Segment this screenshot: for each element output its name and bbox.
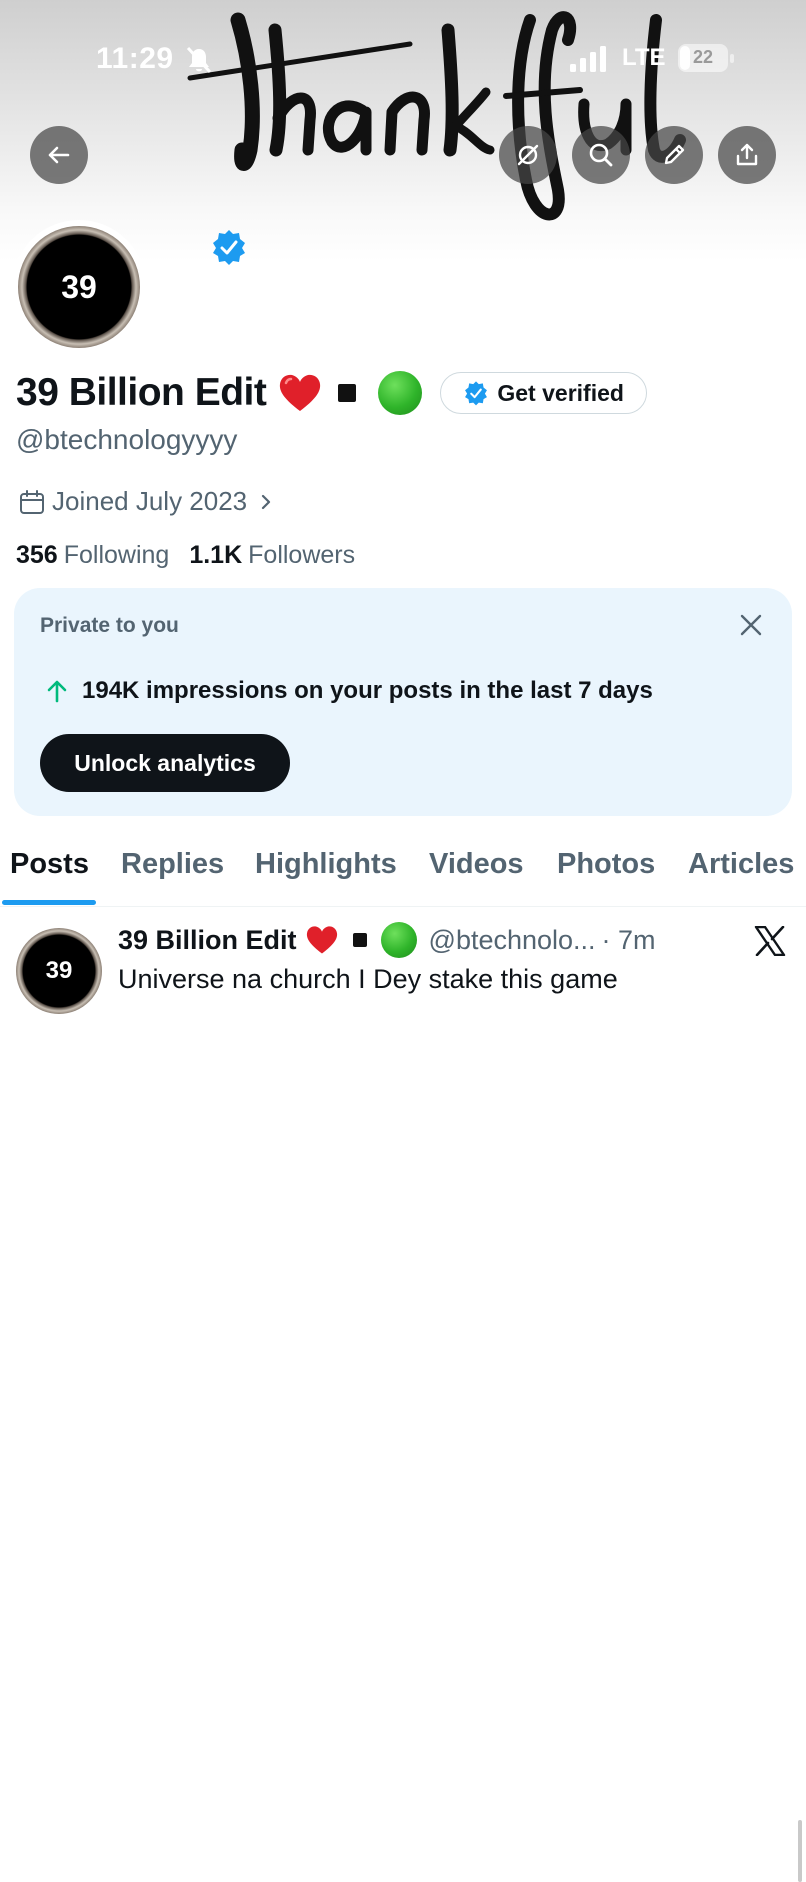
active-tab-indicator — [2, 900, 96, 905]
tab-videos[interactable]: Videos — [429, 848, 524, 881]
get-verified-label: Get verified — [497, 379, 624, 406]
tab-articles[interactable]: Articles — [688, 848, 794, 881]
battery-indicator: 22 — [678, 44, 734, 72]
tab-photos[interactable]: Photos — [557, 848, 655, 881]
profile-display-name: 39 Billion Edit — [16, 371, 267, 414]
private-label: Private to you — [40, 614, 179, 637]
profile-banner[interactable]: 11:29 LTE 22 — [0, 0, 806, 262]
followers-count: 1.1K — [189, 541, 243, 569]
status-time: 11:29 — [96, 42, 174, 75]
black-square-emoji — [338, 384, 357, 402]
verified-badge-icon[interactable] — [210, 228, 248, 266]
cellular-signal-icon — [570, 46, 606, 72]
red-heart-emoji — [306, 926, 337, 954]
tab-posts[interactable]: Posts — [10, 848, 89, 881]
analytics-card: Private to you 194K impressions on your … — [14, 588, 792, 816]
profile-avatar[interactable]: 39 — [18, 226, 140, 348]
following-label: Following — [63, 541, 170, 569]
arrow-up-icon — [47, 680, 67, 703]
verified-badge-icon — [465, 381, 488, 406]
status-bar: 11:29 LTE 22 — [0, 0, 806, 120]
search-button[interactable] — [572, 126, 630, 184]
joined-date-row[interactable]: Joined July 2023 — [18, 486, 275, 517]
following-link[interactable]: 356 Following — [16, 541, 169, 570]
pencil-icon — [664, 144, 685, 165]
network-type: LTE — [622, 44, 666, 71]
arrow-left-icon — [48, 146, 70, 164]
post-author-handle: @btechnolo... — [428, 924, 596, 955]
profile-tabs: Posts Replies Highlights Videos Photos A… — [0, 836, 806, 907]
bell-off-icon — [186, 46, 212, 74]
calendar-icon — [20, 489, 44, 514]
green-circle-emoji — [380, 922, 417, 958]
tab-replies[interactable]: Replies — [121, 848, 224, 881]
edit-profile-button[interactable] — [645, 126, 703, 184]
followers-label: Followers — [248, 541, 356, 569]
post-item[interactable]: 39 39 Billion Edit @btechnolo... · 7m Un… — [0, 908, 806, 1882]
post-timestamp: · 7m — [601, 924, 656, 955]
profile-name-row: 39 Billion Edit Get verified — [16, 368, 647, 418]
post-header: 39 Billion Edit @btechnolo... · 7m — [118, 922, 656, 958]
post-avatar[interactable]: 39 — [16, 928, 102, 1014]
following-count: 356 — [16, 541, 58, 569]
share-icon — [736, 143, 758, 166]
share-button[interactable] — [718, 126, 776, 184]
x-logo-icon[interactable] — [754, 926, 786, 956]
avatar-text: 39 — [61, 268, 97, 305]
grok-button[interactable] — [499, 126, 557, 184]
unlock-analytics-button[interactable]: Unlock analytics — [40, 734, 290, 792]
black-square-emoji — [352, 933, 367, 947]
joined-date-label: Joined July 2023 — [52, 486, 248, 516]
profile-handle: @btechnologyyyy — [16, 424, 238, 455]
battery-percent: 22 — [692, 47, 714, 67]
grok-icon — [517, 144, 539, 166]
followers-link[interactable]: 1.1K Followers — [189, 541, 355, 570]
follow-counts: 356 Following 1.1K Followers — [16, 541, 375, 570]
post-author-name: 39 Billion Edit — [118, 924, 297, 955]
red-heart-emoji — [280, 374, 321, 411]
close-icon[interactable] — [738, 612, 764, 638]
post-avatar-text: 39 — [45, 957, 73, 984]
tab-highlights[interactable]: Highlights — [255, 848, 397, 881]
impressions-stat: 194K impressions on your posts in the la… — [44, 677, 653, 705]
get-verified-button[interactable]: Get verified — [440, 372, 647, 414]
post-text: Universe na church I Dey stake this game — [118, 964, 618, 994]
green-circle-emoji — [378, 371, 423, 415]
scrollbar[interactable] — [798, 1820, 802, 1882]
search-icon — [589, 143, 613, 167]
impressions-text: 194K impressions on your posts in the la… — [82, 677, 653, 704]
back-button[interactable] — [30, 126, 88, 184]
chevron-right-icon — [262, 494, 271, 509]
